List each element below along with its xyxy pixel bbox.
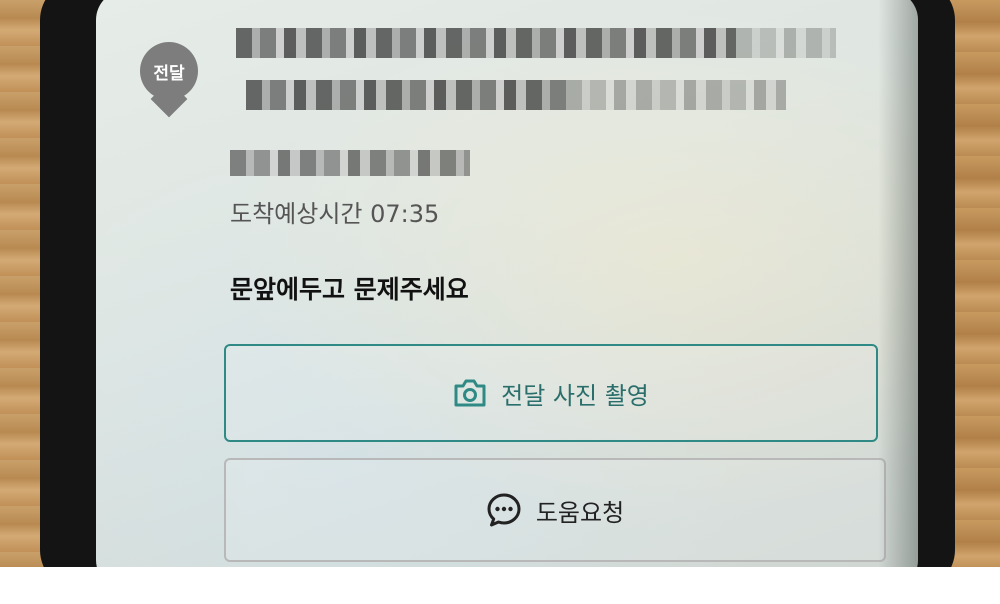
request-help-label: 도움요청 bbox=[535, 498, 625, 527]
eta-text: 도착예상시간 07:35 bbox=[230, 200, 440, 228]
delivery-request-text: 문앞에두고 문제주세요 bbox=[230, 275, 469, 304]
redacted-phone-number bbox=[230, 150, 470, 176]
redacted-address-line-2 bbox=[246, 80, 566, 110]
redacted-address-line-2-tail bbox=[566, 80, 786, 110]
take-delivery-photo-button[interactable]: 전달 사진 촬영 bbox=[224, 344, 878, 442]
bottom-margin bbox=[0, 567, 1000, 604]
redacted-address-line-1-tail bbox=[736, 28, 836, 58]
phone-photo: 전달 도착예상시간 07:35 문앞에두고 문제주세요 전달 사진 촬영 도움요… bbox=[0, 0, 1000, 567]
chat-bubble-icon bbox=[486, 492, 522, 528]
screen-curve-shadow bbox=[878, 0, 918, 567]
camera-icon bbox=[453, 378, 487, 408]
request-help-button[interactable]: 도움요청 bbox=[224, 458, 886, 562]
phone-screen: 전달 도착예상시간 07:35 문앞에두고 문제주세요 전달 사진 촬영 도움요… bbox=[96, 0, 918, 567]
redacted-address-line-1 bbox=[236, 28, 736, 58]
take-delivery-photo-label: 전달 사진 촬영 bbox=[501, 381, 649, 410]
status-badge: 전달 bbox=[140, 42, 198, 100]
